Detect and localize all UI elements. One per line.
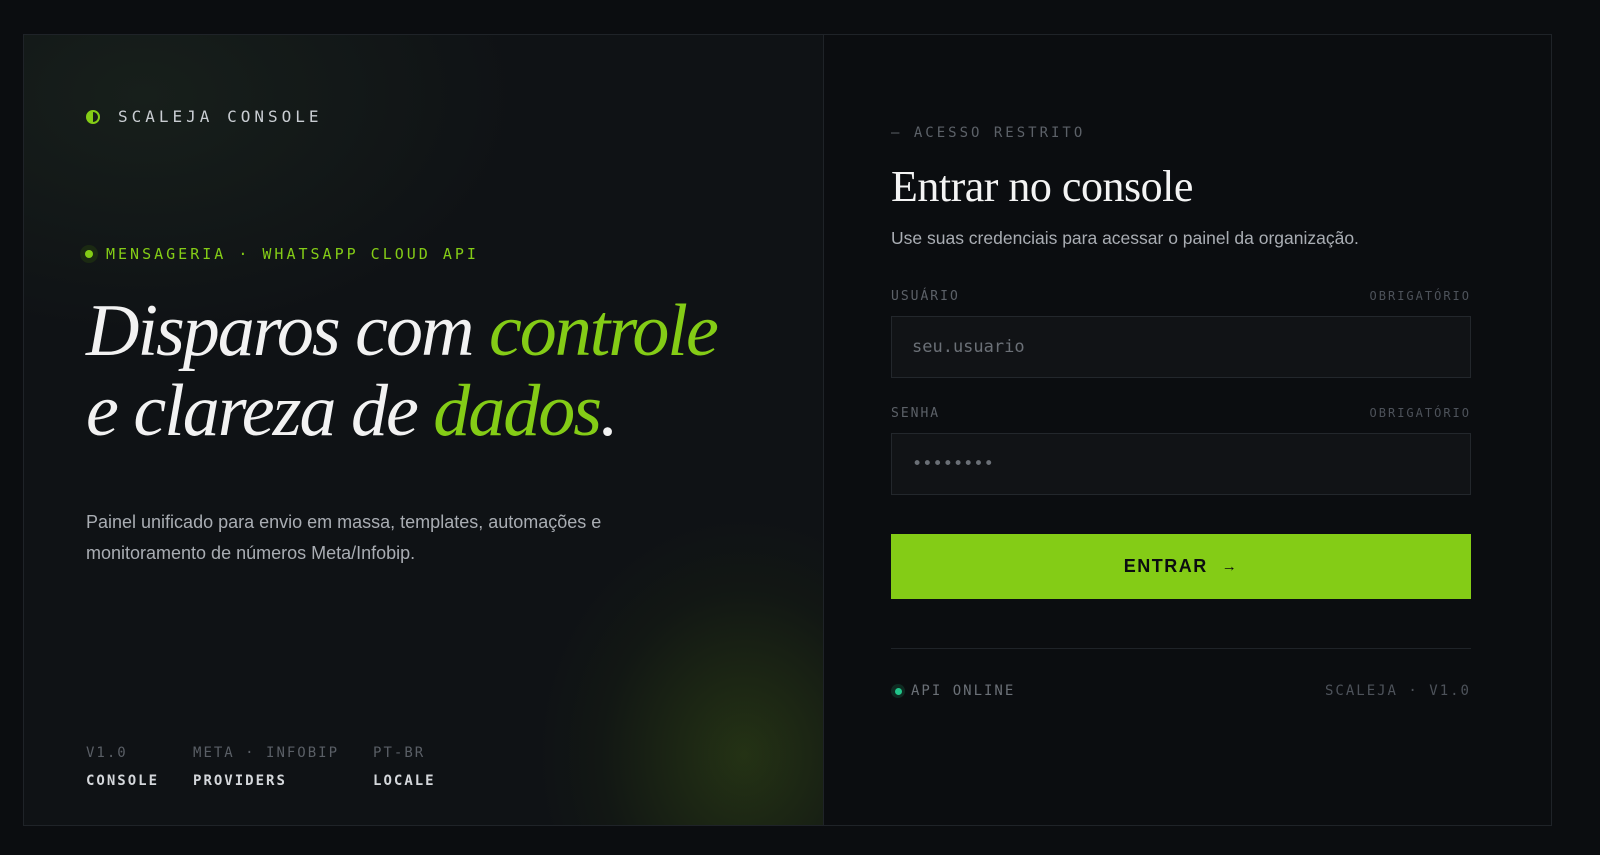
required-badge: OBRIGATÓRIO (1369, 289, 1471, 303)
half-circle-icon (86, 109, 100, 124)
headline-part2: e clareza de (86, 370, 434, 452)
field-header: USUÁRIO OBRIGATÓRIO (891, 289, 1471, 304)
product-tag: MENSAGERIA · WHATSAPP CLOUD API (80, 245, 479, 263)
field-header: SENHA OBRIGATÓRIO (891, 406, 1471, 421)
meta-value: LOCALE (373, 773, 436, 789)
restricted-access-label: — ACESSO RESTRITO (891, 125, 1086, 141)
password-input[interactable] (891, 433, 1471, 495)
version-label: SCALEJA · V1.0 (1324, 683, 1471, 699)
login-form: — ACESSO RESTRITO Entrar no console Use … (891, 125, 1471, 699)
hero-description: Painel unificado para envio em massa, te… (86, 512, 602, 563)
username-field: USUÁRIO OBRIGATÓRIO (891, 289, 1471, 378)
login-button[interactable]: ENTRAR → (891, 534, 1471, 599)
login-frame: SCALEJA CONSOLE MENSAGERIA · WHATSAPP CL… (23, 34, 1552, 826)
headline-accent2: dados (433, 370, 602, 452)
api-status: API ONLINE (891, 683, 1015, 699)
meta-providers: META · INFOBIP PROVIDERS (193, 745, 339, 789)
divider (891, 648, 1471, 649)
status-dot-icon (891, 684, 905, 698)
api-status-label: API ONLINE (911, 683, 1016, 699)
meta-label: PT-BR (373, 745, 426, 761)
meta-label: V1.0 (86, 745, 128, 761)
headline-part1: Disparos com (86, 290, 489, 372)
meta-locale: PT-BR LOCALE (373, 745, 436, 789)
hero-headline: Disparos com controle e clareza de dados. (86, 291, 806, 451)
username-input[interactable] (891, 316, 1471, 378)
required-badge: OBRIGATÓRIO (1369, 406, 1471, 420)
password-field: SENHA OBRIGATÓRIO (891, 406, 1471, 495)
password-label: SENHA (891, 406, 941, 421)
product-tag-label: MENSAGERIA · WHATSAPP CLOUD API (106, 245, 479, 263)
username-label: USUÁRIO (891, 289, 960, 304)
meta-value: CONSOLE (86, 773, 160, 789)
hero-panel: SCALEJA CONSOLE MENSAGERIA · WHATSAPP CL… (24, 35, 824, 825)
login-panel: — ACESSO RESTRITO Entrar no console Use … (824, 35, 1551, 825)
brand-name: SCALEJA CONSOLE (118, 107, 323, 126)
meta-version: V1.0 CONSOLE (86, 745, 159, 789)
arrow-right-icon: → (1221, 558, 1239, 575)
meta-value: PROVIDERS (193, 773, 287, 789)
login-title: Entrar no console (891, 162, 1193, 211)
login-description: Use suas credenciais para acessar o pain… (891, 228, 1359, 248)
meta-info: V1.0 CONSOLE META · INFOBIP PROVIDERS PT… (86, 745, 470, 789)
headline-accent1: controle (488, 290, 719, 372)
brand: SCALEJA CONSOLE (86, 107, 323, 126)
login-footer: API ONLINE SCALEJA · V1.0 (891, 683, 1471, 699)
login-button-label: ENTRAR (1123, 556, 1208, 576)
meta-label: META · INFOBIP (193, 745, 340, 761)
headline-end: . (600, 370, 618, 452)
dot-icon (80, 245, 98, 263)
